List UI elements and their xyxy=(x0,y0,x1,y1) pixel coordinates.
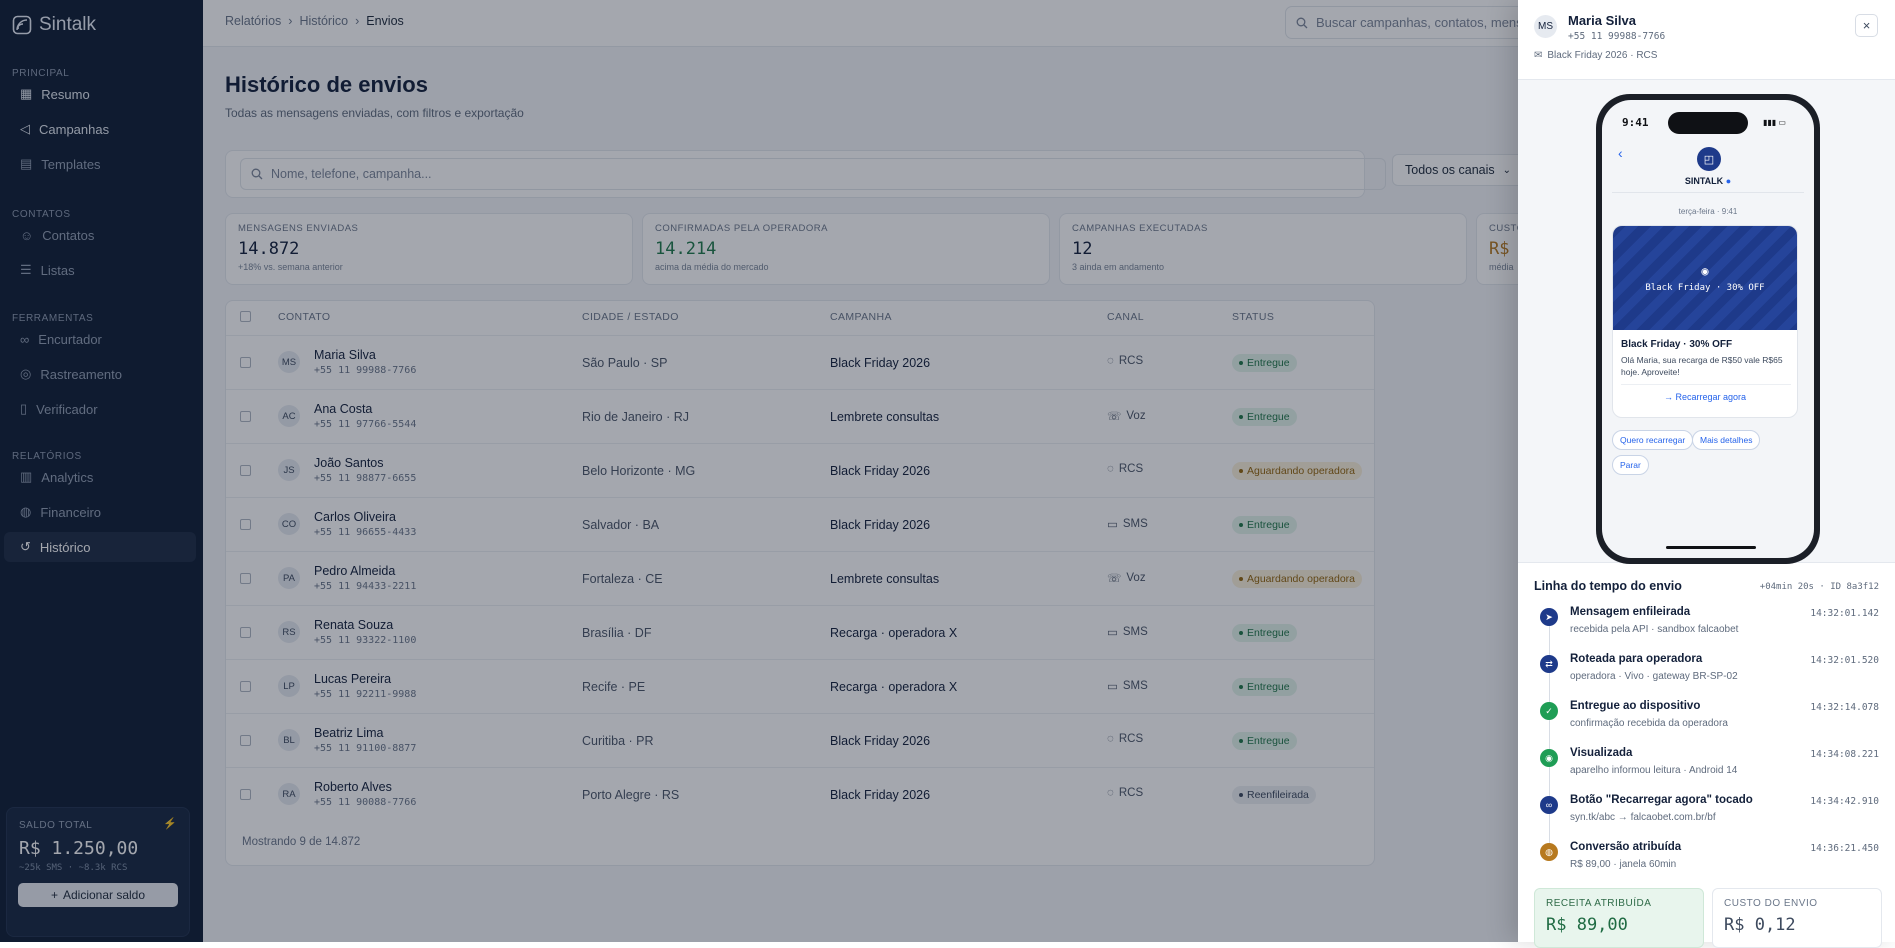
route-icon: ⇄ xyxy=(1540,655,1558,673)
modal-overlay[interactable] xyxy=(0,0,1518,942)
event-title: Mensagem enfileirada xyxy=(1570,606,1691,618)
card-title: Black Friday · 30% OFF xyxy=(1621,339,1733,350)
cost-label: CUSTO DO ENVIO xyxy=(1724,898,1818,909)
timeline-event: ◉ Visualizada aparelho informou leitura · … xyxy=(1534,747,1879,794)
event-title: Botão "Recarregar agora" tocado xyxy=(1570,794,1753,806)
card-action-button: → Recarregar agora xyxy=(1663,392,1747,402)
phone-mockup: 9:41 ▮▮▮ ▭ ‹ ◰ SINTALK ● terça-feira · 9… xyxy=(1596,94,1820,564)
event-time: 14:34:42.910 xyxy=(1810,796,1879,807)
eye-icon: ◉ xyxy=(1540,749,1558,767)
check-icon: ✓ xyxy=(1540,702,1558,720)
brand-name-label: SINTALK xyxy=(1684,176,1724,186)
coin-icon: ◍ xyxy=(1540,843,1558,861)
campaign-tag-label: Black Friday 2026 · RCS xyxy=(1547,50,1658,61)
rich-card: ◉ Black Friday · 30% OFF Black Friday · … xyxy=(1612,225,1798,418)
close-icon: × xyxy=(1862,18,1871,33)
send-icon: ➤ xyxy=(1540,608,1558,626)
banner-text: Black Friday · 30% OFF xyxy=(1645,282,1765,293)
timeline-event: ✓ Entregue ao dispositivo confirmação rece… xyxy=(1534,700,1879,747)
send-detail-panel: MS Maria Silva +55 11 99988-7766 ✉ Black … xyxy=(1518,0,1895,948)
event-time: 14:32:14.078 xyxy=(1810,702,1879,713)
dynamic-island xyxy=(1668,112,1748,134)
event-time: 14:32:01.142 xyxy=(1810,608,1879,619)
contact-phone: +55 11 99988-7766 xyxy=(1568,31,1666,42)
home-indicator xyxy=(1666,546,1756,549)
event-sub: recebida pela API · sandbox falcaobet xyxy=(1570,624,1739,635)
event-sub: aparelho informou leitura · Android 14 xyxy=(1570,765,1738,776)
event-time: 14:34:08.221 xyxy=(1810,749,1879,760)
chip-parar: Parar xyxy=(1612,455,1649,475)
timeline-event: ⇄ Roteada para operadora operadora · Vivo … xyxy=(1534,653,1879,700)
phone-time: 9:41 xyxy=(1622,116,1649,129)
revenue-label: RECEITA ATRIBUÍDA xyxy=(1546,898,1652,909)
back-arrow-icon: ‹ xyxy=(1618,145,1623,161)
message-preview: 9:41 ▮▮▮ ▭ ‹ ◰ SINTALK ● terça-feira · 9… xyxy=(1518,79,1895,564)
signal-battery-icon: ▮▮▮ ▭ xyxy=(1763,118,1786,127)
link-icon: ∞ xyxy=(1540,796,1558,814)
contact-name: Maria Silva xyxy=(1568,13,1636,28)
avatar: MS xyxy=(1534,15,1557,38)
event-sub: syn.tk/abc → falcaobet.com.br/bf xyxy=(1570,812,1716,823)
brand-name: SINTALK ● xyxy=(1602,176,1814,186)
eye-icon: ◉ xyxy=(1701,263,1709,278)
event-title: Entregue ao dispositivo xyxy=(1570,700,1701,712)
divider xyxy=(1612,192,1804,193)
event-sub: R$ 89,00 · janela 60min xyxy=(1570,859,1677,870)
cost-value: R$ 0,12 xyxy=(1724,915,1796,935)
card-banner: ◉ Black Friday · 30% OFF xyxy=(1613,226,1797,330)
revenue-value: R$ 89,00 xyxy=(1546,915,1628,935)
verified-icon: ● xyxy=(1725,176,1732,186)
event-time: 14:32:01.520 xyxy=(1810,655,1879,666)
event-sub: confirmação recebida da operadora xyxy=(1570,718,1728,729)
event-sub: operadora · Vivo · gateway BR-SP-02 xyxy=(1570,671,1738,682)
message-day: terça-feira · 9:41 xyxy=(1678,207,1738,216)
event-time: 14:36:21.450 xyxy=(1810,843,1879,854)
event-title: Roteada para operadora xyxy=(1570,653,1703,665)
chip-mais-detalhes: Mais detalhes xyxy=(1692,430,1761,450)
brand-logo-icon: ◰ xyxy=(1697,147,1721,171)
timeline-title: Linha do tempo do envio xyxy=(1534,579,1682,593)
event-title: Conversão atribuída xyxy=(1570,841,1682,853)
timeline-event: ➤ Mensagem enfileirada recebida pela API ·… xyxy=(1534,606,1879,653)
divider xyxy=(1621,384,1791,385)
phone-screen: 9:41 ▮▮▮ ▭ ‹ ◰ SINTALK ● terça-feira · 9… xyxy=(1602,100,1814,558)
close-button[interactable]: × xyxy=(1855,14,1878,37)
chip-quero-recarregar: Quero recarregar xyxy=(1612,430,1694,450)
campaign-tag: ✉ Black Friday 2026 · RCS xyxy=(1534,50,1657,61)
event-title: Visualizada xyxy=(1570,747,1633,759)
cost-card: CUSTO DO ENVIO R$ 0,12 xyxy=(1712,888,1882,948)
timeline-event: ∞ Botão "Recarregar agora" tocado syn.tk/a… xyxy=(1534,794,1879,841)
card-text: Olá Maria, sua recarga de R$50 vale R$65… xyxy=(1621,355,1783,377)
timeline-event: ◍ Conversão atribuída R$ 89,00 · janela 60… xyxy=(1534,841,1879,888)
megaphone-icon: ✉ xyxy=(1534,50,1543,61)
revenue-card: RECEITA ATRIBUÍDA R$ 89,00 xyxy=(1534,888,1704,948)
timeline-meta: +04min 20s · ID 8a3f12 xyxy=(1759,582,1879,592)
